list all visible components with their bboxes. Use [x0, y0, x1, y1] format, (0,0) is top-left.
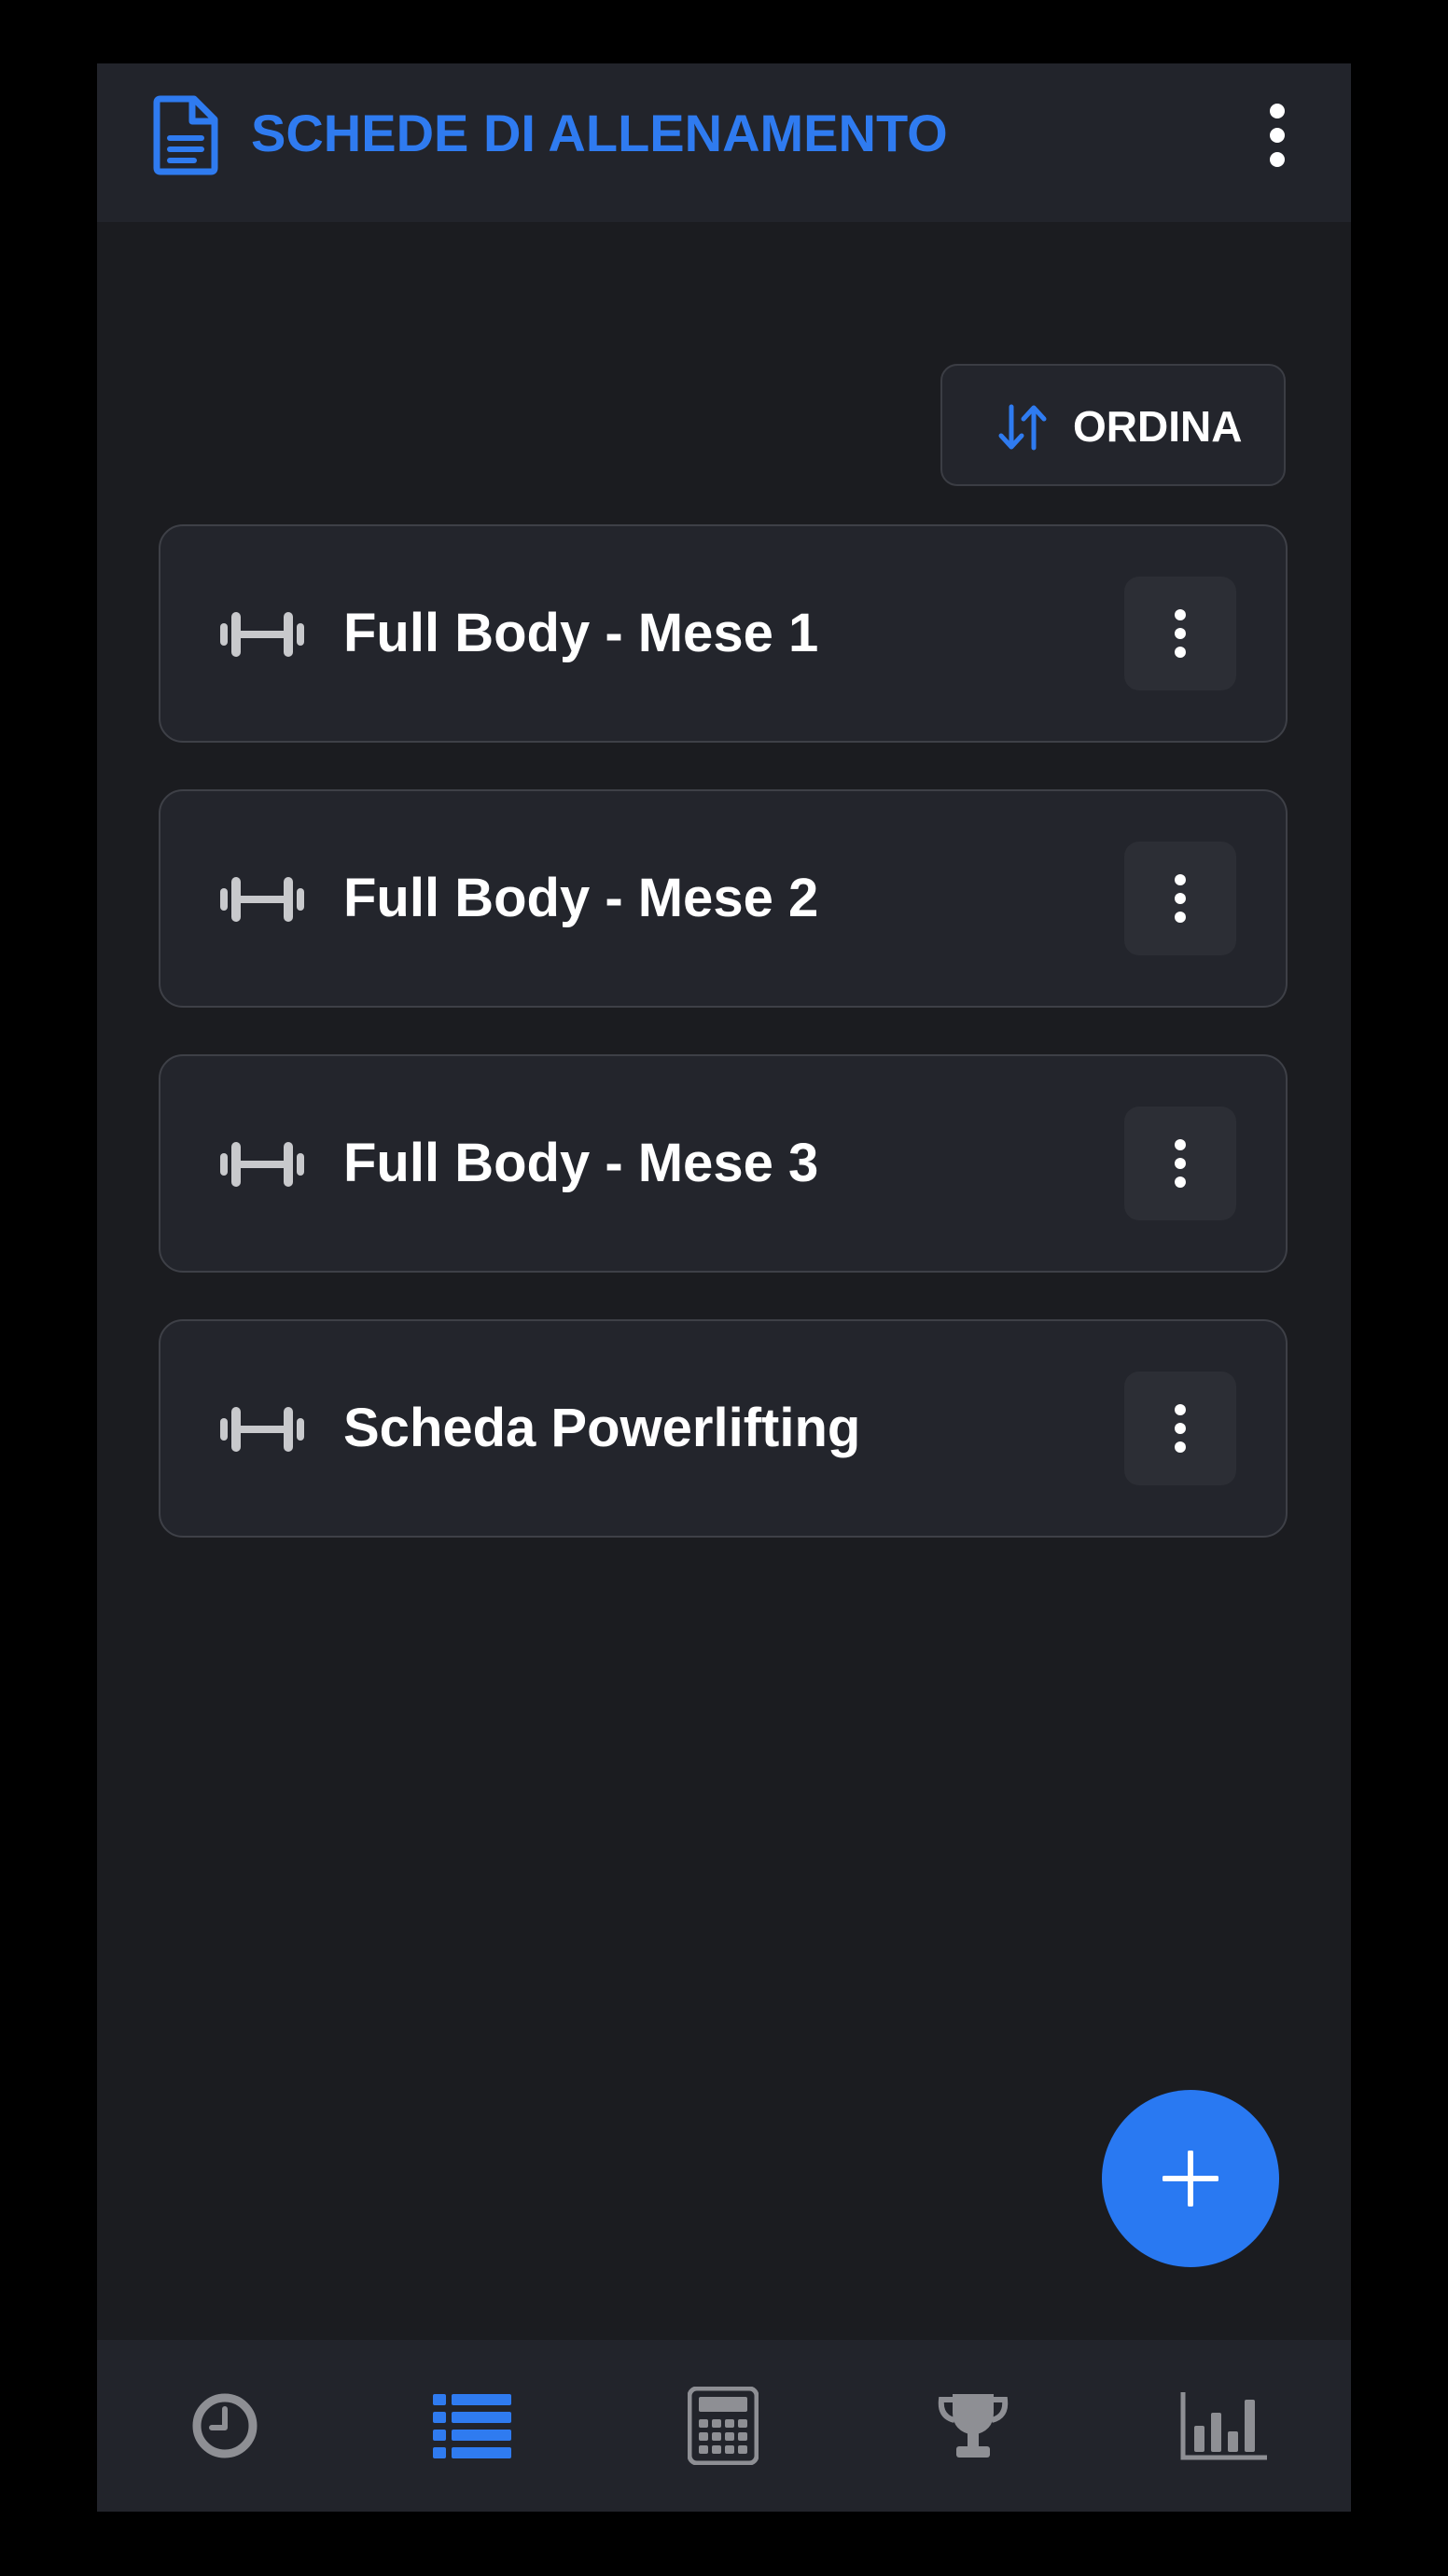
workout-card[interactable]: Full Body - Mese 3: [159, 1054, 1288, 1273]
workout-title: Full Body - Mese 2: [343, 868, 819, 928]
dumbbell-icon: [220, 877, 304, 922]
add-workout-button[interactable]: [1102, 2090, 1279, 2267]
workout-card[interactable]: Scheda Powerlifting: [159, 1319, 1288, 1538]
workout-menu-button[interactable]: [1124, 842, 1236, 955]
overflow-menu-button[interactable]: [1243, 95, 1312, 175]
workout-title: Full Body - Mese 3: [343, 1133, 819, 1193]
nav-history[interactable]: [132, 2340, 318, 2512]
workout-menu-button[interactable]: [1124, 1107, 1236, 1220]
nav-workouts[interactable]: [379, 2340, 565, 2512]
dumbbell-icon: [220, 612, 304, 657]
workout-card[interactable]: Full Body - Mese 2: [159, 789, 1288, 1008]
clock-icon: [192, 2393, 258, 2458]
workout-title: Full Body - Mese 1: [343, 603, 819, 663]
more-vertical-icon: [1175, 1139, 1186, 1188]
bar-chart-icon: [1180, 2392, 1267, 2460]
top-app-bar: SCHEDE DI ALLENAMENTO: [97, 63, 1351, 222]
bottom-navigation: [97, 2340, 1351, 2512]
more-vertical-icon: [1175, 874, 1186, 923]
workout-card[interactable]: Full Body - Mese 1: [159, 524, 1288, 743]
plus-icon: [1163, 2151, 1218, 2207]
dumbbell-icon: [220, 1407, 304, 1452]
more-vertical-icon: [1175, 609, 1186, 658]
nav-stats[interactable]: [1131, 2340, 1317, 2512]
nav-calculator[interactable]: [630, 2340, 816, 2512]
list-icon: [433, 2394, 511, 2458]
workout-title: Scheda Powerlifting: [343, 1398, 861, 1458]
nav-records[interactable]: [880, 2340, 1066, 2512]
app-screen: SCHEDE DI ALLENAMENTO ORDINA Full Body -…: [97, 63, 1351, 2512]
sort-button-label: ORDINA: [1073, 402, 1243, 451]
sort-arrows-icon: [998, 404, 1047, 451]
more-vertical-icon: [1175, 1404, 1186, 1453]
trophy-icon: [938, 2394, 1009, 2458]
more-vertical-icon: [1270, 104, 1285, 167]
sort-button[interactable]: ORDINA: [940, 364, 1286, 486]
calculator-icon: [688, 2387, 759, 2465]
workout-menu-button[interactable]: [1124, 1372, 1236, 1485]
workout-menu-button[interactable]: [1124, 577, 1236, 690]
page-title: SCHEDE DI ALLENAMENTO: [251, 104, 948, 162]
dumbbell-icon: [220, 1142, 304, 1187]
document-icon: [153, 95, 218, 175]
